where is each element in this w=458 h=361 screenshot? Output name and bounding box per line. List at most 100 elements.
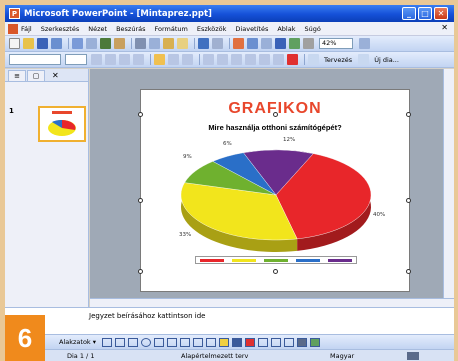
document-close-button[interactable]: ✕ — [441, 23, 448, 32]
font-color-icon[interactable] — [287, 54, 298, 65]
tab-slides[interactable]: ▢ — [27, 70, 45, 81]
insert-table-icon[interactable] — [247, 38, 258, 49]
undo-icon[interactable] — [198, 38, 209, 49]
wordart-icon[interactable] — [167, 337, 178, 347]
menu-edit[interactable]: Szerkesztés — [41, 25, 79, 33]
formatting-toolbar: Tervezés Új dia... — [5, 52, 454, 68]
menu-format[interactable]: Formátum — [154, 25, 187, 33]
italic-icon[interactable] — [105, 54, 116, 65]
increase-font-icon[interactable] — [231, 54, 242, 65]
shadow-style-icon[interactable] — [297, 337, 308, 347]
open-icon[interactable] — [23, 38, 34, 49]
print-icon[interactable] — [72, 38, 83, 49]
tables-borders-icon[interactable] — [261, 38, 272, 49]
clipart-icon[interactable] — [193, 337, 204, 347]
redo-icon[interactable] — [212, 38, 223, 49]
dash-style-icon[interactable] — [271, 337, 282, 347]
notes-placeholder[interactable]: Jegyzet beírásához kattintson ide — [89, 312, 205, 320]
line-color-icon[interactable] — [232, 337, 243, 347]
menu-tools[interactable]: Eszközök — [197, 25, 227, 33]
pane-close-button[interactable]: ✕ — [52, 70, 59, 81]
horizontal-scrollbar[interactable] — [90, 298, 454, 307]
zoom-select[interactable]: 42% — [319, 38, 353, 49]
show-formatting-icon[interactable] — [289, 38, 300, 49]
picture-icon[interactable] — [206, 337, 217, 347]
tab-outline[interactable]: ≡ — [8, 70, 26, 81]
align-left-icon[interactable] — [154, 54, 165, 65]
print-preview-icon[interactable] — [86, 38, 97, 49]
legend-swatch-blue — [296, 258, 320, 262]
line-icon[interactable] — [102, 337, 113, 347]
slide-editing-area[interactable]: GRAFIKON Mire használja otthoni számítóg… — [90, 69, 443, 298]
powerpoint-app-icon: P — [9, 8, 20, 19]
arrow-style-icon[interactable] — [284, 337, 295, 347]
window-title: Microsoft PowerPoint - [Mintaprez.ppt] — [24, 8, 212, 19]
fill-color-icon[interactable] — [219, 337, 230, 347]
slide[interactable]: GRAFIKON Mire használja otthoni számítóg… — [138, 89, 411, 292]
menu-window[interactable]: Ablak — [277, 25, 295, 33]
font-size-select[interactable] — [65, 54, 87, 65]
close-button[interactable]: ✕ — [434, 7, 448, 20]
bold-icon[interactable] — [91, 54, 102, 65]
design-button[interactable]: Tervezés — [324, 56, 352, 64]
copy-icon[interactable] — [149, 38, 160, 49]
grayscale-icon[interactable] — [303, 38, 314, 49]
resize-handle[interactable] — [138, 269, 143, 274]
menu-view[interactable]: Nézet — [88, 25, 107, 33]
textbox-icon[interactable] — [154, 337, 165, 347]
minimize-button[interactable]: _ — [402, 7, 416, 20]
paste-icon[interactable] — [163, 38, 174, 49]
format-painter-icon[interactable] — [177, 38, 188, 49]
menu-file[interactable]: Fájl — [21, 25, 32, 33]
legend-swatch-yellow — [232, 258, 256, 262]
resize-handle[interactable] — [138, 112, 143, 117]
save-icon[interactable] — [37, 38, 48, 49]
oval-icon[interactable] — [141, 337, 152, 347]
line-style-icon[interactable] — [258, 337, 269, 347]
spelling-status-icon — [407, 352, 419, 360]
decrease-font-icon[interactable] — [245, 54, 256, 65]
document-icon[interactable] — [8, 23, 18, 34]
autoshapes-menu[interactable]: Alakzatok ▾ — [59, 338, 96, 346]
underline-icon[interactable] — [119, 54, 130, 65]
font-select[interactable] — [9, 54, 61, 65]
rectangle-icon[interactable] — [128, 337, 139, 347]
shadow-icon[interactable] — [133, 54, 144, 65]
menu-insert[interactable]: Beszúrás — [116, 25, 145, 33]
insert-chart-icon[interactable] — [233, 38, 244, 49]
expand-all-icon[interactable] — [275, 38, 286, 49]
resize-handle[interactable] — [138, 198, 143, 203]
help-icon[interactable] — [359, 38, 370, 49]
maximize-button[interactable]: □ — [418, 7, 432, 20]
arrow-icon[interactable] — [115, 337, 126, 347]
menu-slideshow[interactable]: Diavetítés — [235, 25, 268, 33]
align-right-icon[interactable] — [182, 54, 193, 65]
research-icon[interactable] — [114, 38, 125, 49]
cut-icon[interactable] — [135, 38, 146, 49]
slide-thumbnail[interactable] — [38, 106, 86, 142]
resize-handle[interactable] — [406, 198, 411, 203]
permission-icon[interactable] — [51, 38, 62, 49]
resize-handle[interactable] — [406, 269, 411, 274]
spelling-icon[interactable] — [100, 38, 111, 49]
resize-handle[interactable] — [273, 269, 278, 274]
new-slide-icon[interactable] — [358, 54, 370, 65]
diagram-icon[interactable] — [180, 337, 191, 347]
menu-help[interactable]: Súgó — [305, 25, 321, 33]
bullets-icon[interactable] — [217, 54, 228, 65]
notes-pane[interactable]: Jegyzet beírásához kattintson ide — [5, 307, 454, 334]
new-slide-button[interactable]: Új dia... — [374, 56, 399, 64]
vertical-scrollbar[interactable] — [443, 69, 454, 298]
resize-handle[interactable] — [406, 112, 411, 117]
align-center-icon[interactable] — [168, 54, 179, 65]
new-icon[interactable] — [9, 38, 20, 49]
font-color-icon[interactable] — [245, 337, 256, 347]
decrease-indent-icon[interactable] — [259, 54, 270, 65]
3d-style-icon[interactable] — [310, 337, 321, 347]
title-bar[interactable]: P Microsoft PowerPoint - [Mintaprez.ppt]… — [5, 5, 454, 22]
design-icon[interactable] — [308, 54, 319, 65]
numbering-icon[interactable] — [203, 54, 214, 65]
increase-indent-icon[interactable] — [273, 54, 284, 65]
status-language: Magyar — [330, 351, 355, 360]
resize-handle[interactable] — [273, 112, 278, 117]
